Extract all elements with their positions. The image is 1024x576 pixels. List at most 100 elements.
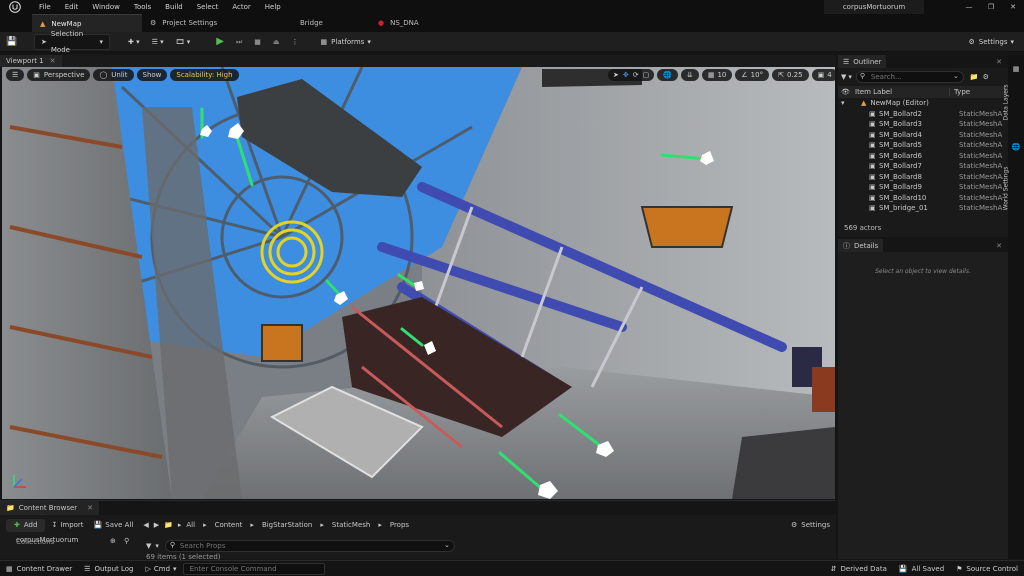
world-settings-tab[interactable]: 🌐 World Settings [1002,143,1022,213]
chevron-down-icon[interactable]: ⌄ [953,72,959,80]
column-header-type[interactable]: Type [949,88,970,96]
source-control-button[interactable]: ⚑ Source Control [950,561,1024,576]
table-row[interactable]: ▣ SM_Bollard6 StaticMeshA [841,151,1005,162]
breadcrumb-item[interactable]: Content [215,521,243,529]
unreal-logo-icon[interactable] [6,0,24,14]
save-icon[interactable]: 💾 [0,37,24,47]
outliner-tab[interactable]: ☰ Outliner [838,55,887,68]
column-header-label[interactable]: Item Label [853,88,949,96]
scale-icon[interactable]: ▢ [643,69,650,81]
asset-search-input[interactable] [164,540,455,552]
menu-tools[interactable]: Tools [127,0,158,14]
filter-icon[interactable]: ▼ [841,73,846,81]
tab-project-settings[interactable]: ⚙ Project Settings [142,14,270,32]
breadcrumb-item[interactable]: Props [390,521,409,529]
select-cursor-icon[interactable]: ➤ [613,69,619,81]
content-drawer-button[interactable]: ▦ Content Drawer [0,561,78,576]
play-button[interactable]: ▶ [210,34,230,50]
settings-dropdown[interactable]: ⚙ Settings ▾ [962,34,1020,50]
camera-speed-button[interactable]: ▣ 4 [811,69,835,81]
perspective-button[interactable]: ▣ Perspective [27,69,91,81]
folder-icon[interactable]: 📁 [164,521,173,529]
breadcrumb-item[interactable]: BigStarStation [262,521,312,529]
cmd-dropdown[interactable]: ▷ Cmd ▾ [140,561,183,576]
table-row[interactable]: ▣ SM_Bollard2 StaticMeshA [841,109,1005,120]
stop-button[interactable]: ■ [248,34,267,50]
filter-icon[interactable]: ▼ [146,542,151,550]
close-icon[interactable]: ✕ [87,504,93,512]
eject-button[interactable]: ⏏ [267,34,286,50]
close-button[interactable]: ✕ [1002,3,1024,11]
chevron-down-icon[interactable]: ▾ [848,73,852,81]
scale-snap-button[interactable]: ⇱ 0.25 [772,69,809,81]
add-folder-icon[interactable]: 📁 [970,73,979,81]
all-saved-button[interactable]: 💾 All Saved [893,561,950,576]
selection-mode-dropdown[interactable]: ➤ Selection Mode ▾ [34,30,110,54]
breadcrumb-item[interactable]: StaticMesh [332,521,370,529]
rotate-icon[interactable]: ⟳ [633,69,639,81]
import-button[interactable]: ↧ Import [51,521,83,529]
viewport-tab[interactable]: Viewport 1 ✕ [0,55,62,67]
menu-build[interactable]: Build [158,0,190,14]
menu-window[interactable]: Window [85,0,127,14]
chevron-down-icon[interactable]: ⌄ [444,541,450,549]
table-row[interactable]: ▣ SM_Bollard4 StaticMeshA [841,130,1005,141]
close-icon[interactable]: ✕ [50,57,56,65]
surface-snap-icon[interactable]: ⇊ [680,69,699,81]
table-row[interactable]: ▣ SM_bridge_01 StaticMeshA [841,203,1005,214]
tab-ns-dna[interactable]: ● NS_DNA [370,14,480,32]
add-actor-button[interactable]: ✚ ▾ [122,34,146,50]
menu-edit[interactable]: Edit [58,0,86,14]
output-log-button[interactable]: ☰ Output Log [78,561,139,576]
content-browser-settings-button[interactable]: ⚙ Settings [791,521,830,529]
save-all-button[interactable]: 💾 Save All [94,521,134,529]
minimize-button[interactable]: — [958,3,980,11]
menu-actor[interactable]: Actor [225,0,257,14]
menu-help[interactable]: Help [258,0,288,14]
platforms-dropdown[interactable]: ▦ Platforms ▾ [315,34,377,50]
outliner-root-row[interactable]: ▾ ▲ NewMap (Editor) [841,98,1005,109]
expand-arrow-icon[interactable]: ▾ [841,98,861,109]
tab-bridge[interactable]: Bridge [270,14,370,32]
table-row[interactable]: ▣ SM_Bollard8 StaticMeshA [841,172,1005,183]
grid-snap-button[interactable]: ▦ 10 [701,69,733,81]
history-forward-icon[interactable]: ▶ [154,521,159,529]
collections-label[interactable]: Collections [16,538,54,546]
add-folder-icon[interactable]: ⊕ [110,537,116,545]
show-button[interactable]: Show [136,69,168,81]
scalability-button[interactable]: Scalability: High [170,69,239,81]
close-icon[interactable]: ✕ [996,242,1002,250]
blueprint-button[interactable]: ☰ ▾ [146,34,170,50]
gear-icon[interactable]: ⚙ [983,73,989,81]
maximize-button[interactable]: ❐ [980,3,1002,11]
outliner-search-input[interactable] [855,71,964,83]
level-viewport[interactable]: ☰ ▣ Perspective ◯ Unlit Show Scalability… [2,67,835,499]
scene-render[interactable] [2,67,835,499]
menu-select[interactable]: Select [190,0,226,14]
translate-icon[interactable]: ✥ [623,69,629,81]
details-tab[interactable]: ⓘ Details [838,239,884,252]
viewport-menu-button[interactable]: ☰ [6,69,25,81]
data-layers-tab[interactable]: ▦ Data Layers [1003,65,1022,125]
console-command-input[interactable] [182,562,325,575]
rotation-snap-button[interactable]: ∠ 10° [735,69,770,81]
add-button[interactable]: ✚ Add [6,518,46,532]
play-options-button[interactable]: ⋮ [286,34,305,50]
menu-file[interactable]: File [32,0,58,14]
visibility-eye-icon[interactable]: 👁 [841,88,853,96]
breadcrumb-item[interactable]: All [186,521,195,529]
table-row[interactable]: ▣ SM_Bollard7 StaticMeshA [841,161,1005,172]
table-row[interactable]: ▣ SM_Bollard5 StaticMeshA [841,140,1005,151]
table-row[interactable]: ▣ SM_Bollard10 StaticMeshA [841,193,1005,204]
chevron-down-icon[interactable]: ▾ [155,542,159,550]
world-local-icon[interactable]: 🌐 [657,69,678,81]
unlit-button[interactable]: ◯ Unlit [93,69,134,81]
close-icon[interactable]: ✕ [996,58,1002,66]
table-row[interactable]: ▣ SM_Bollard3 StaticMeshA [841,119,1005,130]
cinematics-button[interactable]: 🎞 ▾ [170,34,197,50]
search-icon[interactable]: ⚲ [124,537,129,545]
derived-data-button[interactable]: ⇵ Derived Data [825,561,893,576]
table-row[interactable]: ▣ SM_Bollard9 StaticMeshA [841,182,1005,193]
content-browser-tab[interactable]: 📁 Content Browser ✕ [0,501,100,515]
history-back-icon[interactable]: ◀ [143,521,148,529]
